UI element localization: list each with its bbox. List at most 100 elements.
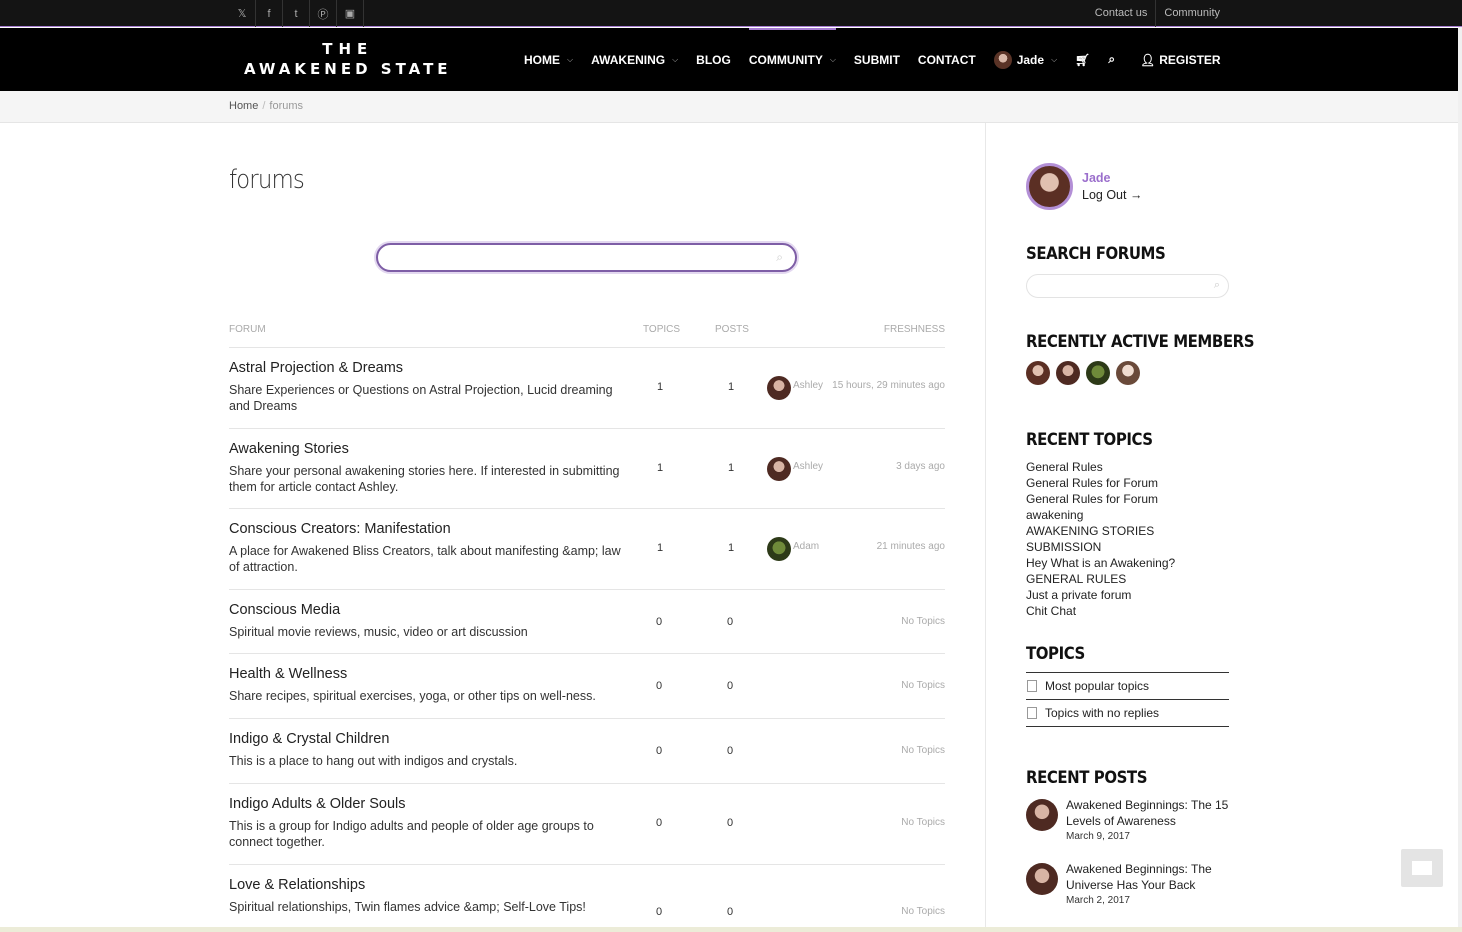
post-count: 1	[728, 462, 735, 474]
recent-topic-link[interactable]: Just a private forum	[1026, 587, 1231, 603]
forum-description: Share Experiences or Questions on Astral…	[229, 383, 613, 413]
site-logo[interactable]: THE AWAKENED STATE	[244, 40, 452, 78]
most-popular-topics-link[interactable]: Most popular topics	[1026, 673, 1229, 700]
tumblr-icon[interactable]: t	[283, 0, 310, 27]
chevron-down-icon: ⌵	[1051, 54, 1058, 64]
nav-submit[interactable]: SUBMIT	[854, 28, 900, 91]
facebook-icon[interactable]: f	[256, 0, 283, 27]
nav-blog[interactable]: BLOG	[696, 28, 731, 91]
col-topics: TOPICS	[643, 324, 681, 335]
recent-topic-link[interactable]: General Rules	[1026, 459, 1231, 475]
forum-title-link[interactable]: Indigo Adults & Older Souls	[229, 796, 406, 812]
topic-count: 1	[657, 462, 664, 474]
logout-link[interactable]: Log Out →	[1082, 188, 1142, 202]
recent-topic-link[interactable]: awakening	[1026, 507, 1231, 523]
recent-topic-link[interactable]: General Rules for Forum	[1026, 491, 1231, 507]
avatar[interactable]	[1026, 163, 1073, 210]
twitter-icon[interactable]: 𝕏	[229, 0, 256, 27]
forum-title-link[interactable]: Awakening Stories	[229, 441, 349, 457]
avatar[interactable]	[1116, 361, 1140, 385]
forum-title-link[interactable]: Love & Relationships	[229, 877, 365, 893]
forum-description: This is a place to hang out with indigos…	[229, 754, 518, 768]
nav-home-label: HOME	[524, 52, 560, 67]
freshness-time[interactable]: 3 days ago	[896, 461, 945, 472]
logo-line2: AWAKENED STATE	[244, 60, 452, 78]
table-row: Conscious Creators: Manifestation A plac…	[229, 509, 945, 590]
community-link[interactable]: Community	[1155, 0, 1228, 27]
breadcrumb-separator: /	[262, 100, 266, 112]
active-members	[1026, 361, 1146, 385]
search-icon[interactable]: ⌕	[1214, 279, 1220, 292]
chevron-down-icon: ⌵	[672, 54, 679, 64]
topic-count: 1	[657, 381, 664, 393]
top-bar: 𝕏 f t Ⓟ ▣ Contact us Community	[0, 0, 1462, 27]
forum-title-link[interactable]: Astral Projection & Dreams	[229, 360, 403, 376]
search-icon[interactable]: ⌕	[1108, 28, 1115, 91]
freshness-time[interactable]: 21 minutes ago	[877, 541, 945, 552]
contact-float-button[interactable]	[1401, 849, 1443, 887]
content-divider	[985, 123, 986, 932]
forum-search-input[interactable]	[388, 245, 768, 270]
post-count: 0	[727, 680, 734, 692]
col-posts: POSTS	[715, 324, 749, 335]
post-count: 0	[727, 906, 734, 918]
avatar[interactable]	[767, 537, 791, 561]
freshness-time: No Topics	[901, 745, 945, 756]
avatar[interactable]	[1086, 361, 1110, 385]
page-scrollbar[interactable]	[1458, 27, 1462, 927]
register-button[interactable]: 👤︎ REGISTER	[1140, 28, 1221, 91]
search-icon[interactable]: ⌕	[776, 250, 783, 265]
bottom-strip	[0, 927, 1462, 932]
recent-post-date: March 2, 2017	[1066, 895, 1130, 906]
cart-icon[interactable]: 🛒︎	[1075, 28, 1090, 91]
recent-topic-link[interactable]: General Rules for Forum	[1026, 475, 1231, 491]
forum-title-link[interactable]: Indigo & Crystal Children	[229, 731, 389, 747]
col-forum: FORUM	[229, 324, 266, 335]
recent-post-title[interactable]: Awakened Beginnings: The 15 Levels of Aw…	[1066, 797, 1229, 829]
topic-count: 0	[656, 616, 663, 628]
freshness-user[interactable]: Adam	[793, 541, 819, 552]
contact-us-link[interactable]: Contact us	[1087, 0, 1156, 27]
sidebar-search-box: ⌕	[1026, 274, 1229, 298]
forum-title-link[interactable]: Health & Wellness	[229, 666, 347, 682]
breadcrumb-home[interactable]: Home	[229, 100, 258, 112]
forum-title-link[interactable]: Conscious Creators: Manifestation	[229, 521, 451, 537]
forum-description: Spiritual relationships, Twin flames adv…	[229, 900, 586, 914]
recent-topic-link[interactable]: GENERAL RULES	[1026, 571, 1231, 587]
topics-no-replies-link[interactable]: Topics with no replies	[1026, 700, 1229, 727]
recent-topic-link[interactable]: Chit Chat	[1026, 603, 1231, 619]
nav-awakening-label: AWAKENING	[591, 52, 666, 67]
recent-post-title[interactable]: Awakened Beginnings: The Universe Has Yo…	[1066, 861, 1229, 893]
freshness-time[interactable]: 15 hours, 29 minutes ago	[832, 380, 945, 391]
nav-home[interactable]: HOME ⌵	[524, 28, 573, 91]
topics-links: Most popular topics Topics with no repli…	[1026, 672, 1229, 727]
recent-topic-link[interactable]: Hey What is an Awakening?	[1026, 555, 1231, 571]
nav-user-name: Jade	[1016, 52, 1045, 67]
forum-description: This is a group for Indigo adults and pe…	[229, 819, 594, 849]
freshness-user[interactable]: Ashley	[793, 461, 823, 472]
avatar[interactable]	[1026, 361, 1050, 385]
nav-community[interactable]: COMMUNITY ⌵	[748, 28, 837, 91]
nav-user-menu[interactable]: Jade ⌵	[993, 28, 1058, 91]
forum-title-link[interactable]: Conscious Media	[229, 602, 340, 618]
nav-awakening[interactable]: AWAKENING ⌵	[591, 28, 678, 91]
user-plus-icon: 👤︎	[1140, 52, 1156, 67]
avatar[interactable]	[767, 457, 791, 481]
sidebar-search-input[interactable]	[1035, 275, 1205, 295]
sidebar-user-name[interactable]: Jade	[1082, 171, 1111, 185]
forum-description: Share recipes, spiritual exercises, yoga…	[229, 689, 596, 703]
post-count: 0	[727, 817, 734, 829]
breadcrumb: Home / forums	[229, 100, 303, 112]
pinterest-icon[interactable]: Ⓟ	[310, 0, 337, 27]
instagram-icon[interactable]: ▣	[337, 0, 364, 27]
table-row: Astral Projection & Dreams Share Experie…	[229, 348, 945, 429]
avatar[interactable]	[767, 376, 791, 400]
freshness-time: No Topics	[901, 616, 945, 627]
avatar[interactable]	[1056, 361, 1080, 385]
recent-topic-link[interactable]: AWAKENING STORIES SUBMISSION	[1026, 523, 1231, 555]
nav-contact[interactable]: CONTACT	[918, 28, 976, 91]
freshness-user[interactable]: Ashley	[793, 380, 823, 391]
forum-table-header: FORUM TOPICS POSTS FRESHNESS	[229, 324, 945, 348]
freshness-time: No Topics	[901, 906, 945, 917]
breadcrumb-bar: Home / forums	[0, 91, 1462, 123]
